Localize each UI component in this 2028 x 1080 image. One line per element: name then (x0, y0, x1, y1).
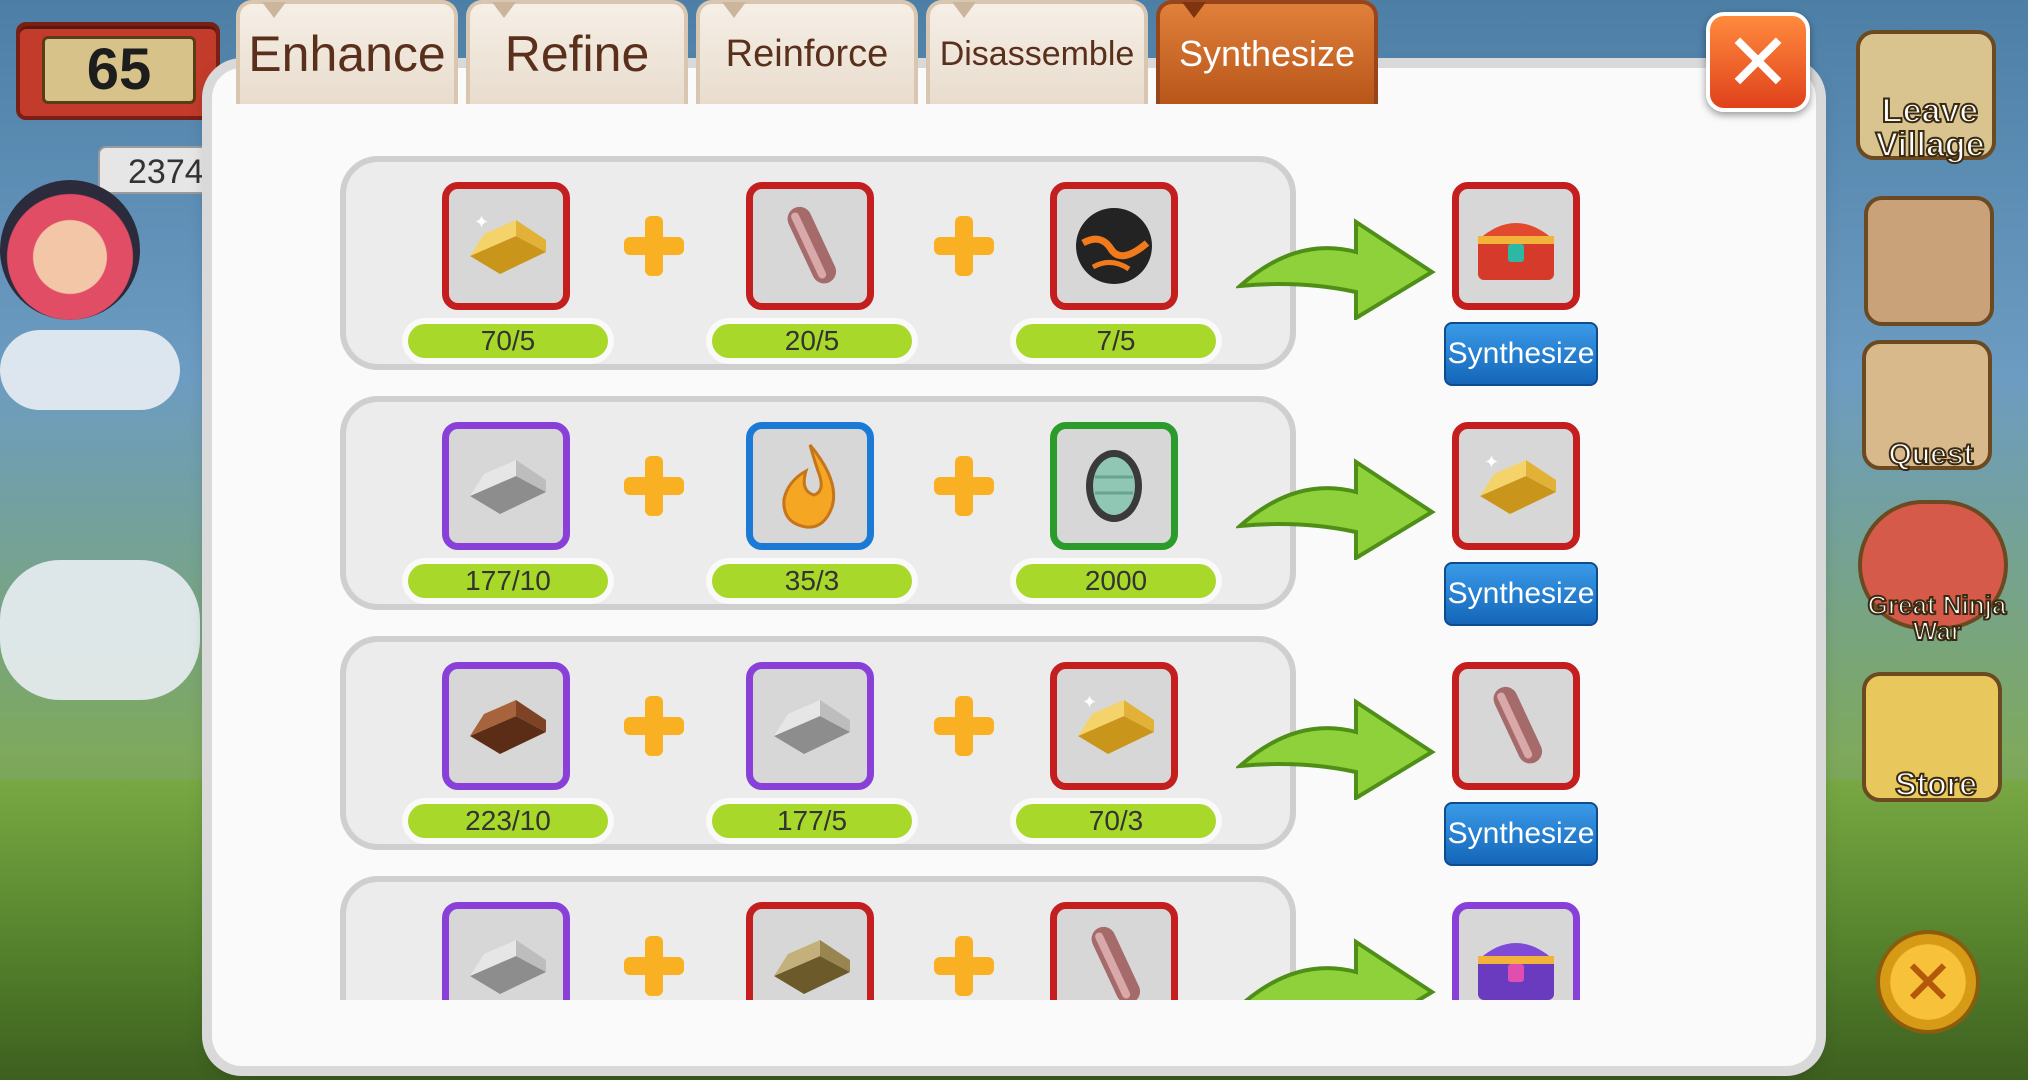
synthesize-button[interactable]: Synthesize (1444, 802, 1598, 866)
copper-rod-icon (787, 206, 837, 284)
plus-icon (624, 696, 684, 756)
leave-village-button[interactable]: Leave Village (1856, 30, 1996, 163)
ingredient-slot-silver-bar[interactable] (442, 422, 570, 550)
tab-enhance[interactable]: Enhance (236, 0, 458, 104)
leave-village-label: Leave Village (1875, 92, 1986, 164)
plus-icon (934, 216, 994, 276)
result-slot-copper-rod[interactable] (1452, 662, 1580, 790)
copper-rod-icon (1493, 686, 1543, 764)
dark-gold-bar-icon (774, 940, 850, 994)
quantity-bar: 20/5 (712, 324, 912, 358)
store-label: Store (1894, 766, 1978, 802)
purple-chest-icon (1478, 943, 1554, 1000)
result-slot-red-chest[interactable] (1452, 182, 1580, 310)
tab-label: Synthesize (1178, 33, 1356, 74)
svg-text:✦: ✦ (1484, 452, 1499, 473)
gold-bar-icon: ✦ (1078, 692, 1154, 754)
gold-bar-icon: ✦ (470, 212, 546, 274)
dialog-close-button[interactable]: ✕ (1706, 12, 1810, 112)
copper-rod-icon (1091, 926, 1141, 1000)
quantity-bar: 7/5 (1016, 324, 1216, 358)
tab-label: Reinforce (725, 32, 889, 75)
plus-icon (934, 456, 994, 516)
red-chest-icon (1478, 223, 1554, 280)
bronze-bar-icon (470, 700, 546, 754)
ingredient-slot-copper-rod[interactable] (746, 182, 874, 310)
ingredient-slot-bronze-bar[interactable] (442, 662, 570, 790)
silver-bar-icon (470, 460, 546, 514)
tab-label: Enhance (248, 26, 446, 82)
quantity-bar: 2000 (1016, 564, 1216, 598)
character-portrait-button[interactable] (1864, 196, 1994, 326)
ingredient-slot-silver-bar[interactable] (442, 902, 570, 1000)
gold-bar-icon: ✦ (1480, 452, 1556, 514)
player-level: 65 (42, 36, 196, 104)
ingredient-slot-gold-bar[interactable]: ✦ (1050, 662, 1178, 790)
quantity-bar: 177/5 (712, 804, 912, 838)
plus-icon (624, 216, 684, 276)
recipe-row-3: 223/10 177/5 ✦ 70/3 Synthesize (340, 636, 1620, 866)
player-avatar[interactable] (0, 180, 140, 320)
tab-disassemble[interactable]: Disassemble (926, 0, 1148, 104)
ingredient-slot-gold-bar[interactable]: ✦ (442, 182, 570, 310)
quantity-bar: 35/3 (712, 564, 912, 598)
plus-icon (624, 456, 684, 516)
ingredient-slot-copper-rod[interactable] (1050, 902, 1178, 1000)
silver-bar-icon (470, 940, 546, 994)
quest-label: Quest (1887, 438, 1974, 471)
store-button[interactable]: Store (1862, 672, 2002, 802)
result-slot-gold-bar[interactable]: ✦ (1452, 422, 1580, 550)
close-icon: ✕ (1902, 945, 1954, 1019)
quantity-bar: 223/10 (408, 804, 608, 838)
result-slot-purple-chest[interactable] (1452, 902, 1580, 1000)
cloud (0, 330, 180, 410)
svg-text:✦: ✦ (1082, 692, 1097, 713)
hud-close-button[interactable]: ✕ (1876, 930, 1980, 1034)
arrow-icon (1236, 218, 1436, 320)
quest-button[interactable]: Quest (1862, 340, 1992, 471)
recipe-row-2: 177/10 35/3 2000 ✦ Synthesize (340, 396, 1620, 626)
tab-notch (262, 2, 286, 18)
recipe-list[interactable]: ✦ 70/5 20/5 7/5 Synthesize 177/10 35/3 2… (340, 156, 1620, 1000)
tab-notch (952, 2, 976, 18)
ingredient-slot-flame[interactable] (746, 422, 874, 550)
jade-stone-icon (1086, 450, 1142, 522)
synthesize-button[interactable]: Synthesize (1444, 562, 1598, 626)
svg-text:✦: ✦ (474, 212, 489, 233)
tab-synthesize[interactable]: Synthesize (1156, 0, 1378, 104)
quantity-bar: 70/5 (408, 324, 608, 358)
synthesize-button[interactable]: Synthesize (1444, 322, 1598, 386)
ingredient-slot-dark-orb[interactable] (1050, 182, 1178, 310)
quantity-bar: 70/3 (1016, 804, 1216, 838)
arrow-icon (1236, 458, 1436, 560)
ingredient-slot-silver-bar[interactable] (746, 662, 874, 790)
tab-notch (1182, 2, 1206, 18)
plus-icon (934, 936, 994, 996)
tab-label: Disassemble (939, 34, 1135, 73)
tab-refine[interactable]: Refine (466, 0, 688, 104)
tab-reinforce[interactable]: Reinforce (696, 0, 918, 104)
close-icon: ✕ (1724, 15, 1792, 109)
ingredient-slot-dark-gold-bar[interactable] (746, 902, 874, 1000)
tab-notch (492, 2, 516, 18)
ingredient-slot-jade-stone[interactable] (1050, 422, 1178, 550)
great-ninja-war-button[interactable]: Great Ninja War (1858, 500, 2008, 645)
tab-label: Refine (504, 26, 650, 82)
quantity-bar: 177/10 (408, 564, 608, 598)
cloud (0, 560, 200, 700)
plus-icon (624, 936, 684, 996)
recipe-row-1: ✦ 70/5 20/5 7/5 Synthesize (340, 156, 1620, 386)
plus-icon (934, 696, 994, 756)
silver-bar-icon (774, 700, 850, 754)
arrow-icon (1244, 938, 1436, 1000)
flame-icon (782, 444, 836, 529)
dark-orb-icon (1076, 208, 1152, 284)
recipe-row-4 (340, 876, 1620, 1000)
arrow-icon (1236, 698, 1436, 800)
level-badge: 65 (16, 22, 220, 120)
tab-notch (722, 2, 746, 18)
great-ninja-war-label: Great Ninja War (1867, 590, 2008, 646)
